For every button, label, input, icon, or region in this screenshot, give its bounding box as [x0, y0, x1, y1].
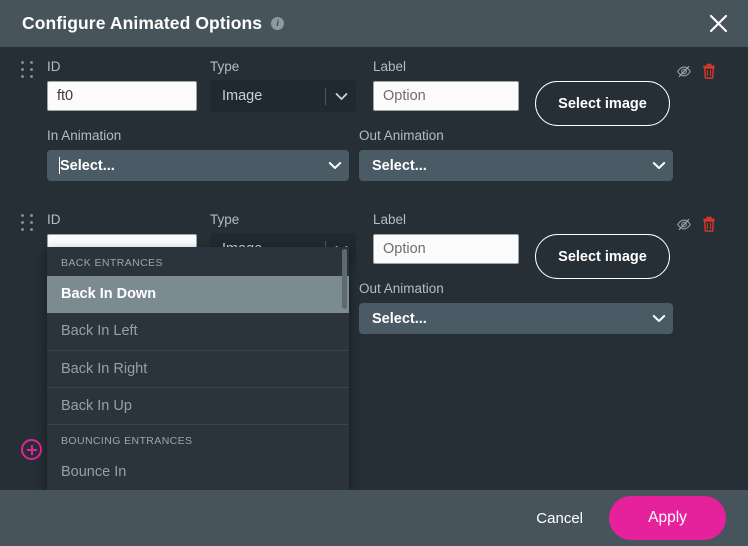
chevron-down-icon: [645, 314, 673, 323]
apply-button[interactable]: Apply: [609, 496, 726, 540]
chevron-down-icon: [645, 161, 673, 170]
dropdown-scrollbar[interactable]: [342, 249, 347, 309]
label-input[interactable]: [373, 234, 519, 264]
eye-off-icon[interactable]: [676, 216, 692, 232]
handle-dot: [30, 228, 33, 231]
handle-dot: [30, 221, 33, 224]
type-label: Type: [210, 212, 240, 227]
dialog-footer: Cancel Apply: [0, 490, 748, 546]
handle-dot: [30, 68, 33, 71]
eye-off-icon[interactable]: [676, 63, 692, 79]
row-actions: [676, 216, 717, 232]
handle-dot: [30, 61, 33, 64]
trash-icon[interactable]: [701, 63, 717, 79]
dropdown-item[interactable]: Back In Right: [47, 350, 349, 387]
dropdown-list: BACK ENTRANCES Back In Down Back In Left…: [47, 247, 349, 490]
out-animation-select[interactable]: Select...: [359, 303, 673, 334]
out-animation-label: Out Animation: [359, 128, 444, 143]
type-select-value: Image: [222, 88, 263, 104]
select-image-button[interactable]: Select image: [535, 81, 670, 126]
dropdown-group-heading: BOUNCING ENTRANCES: [47, 424, 349, 454]
type-label: Type: [210, 59, 240, 74]
dialog-title: Configure Animated Options: [22, 13, 263, 33]
handle-dot: [30, 214, 33, 217]
info-icon[interactable]: i: [271, 17, 285, 30]
id-input[interactable]: [47, 81, 197, 111]
handle-dot: [21, 61, 24, 64]
label-label: Label: [373, 59, 407, 74]
trash-icon[interactable]: [701, 216, 717, 232]
dropdown-item[interactable]: Back In Up: [47, 387, 349, 424]
dropdown-item[interactable]: Bounce In: [47, 454, 349, 490]
in-animation-label: In Animation: [47, 128, 122, 143]
dropdown-group-heading: BACK ENTRANCES: [61, 257, 163, 269]
out-animation-select[interactable]: Select...: [359, 150, 673, 181]
label-input[interactable]: [373, 81, 519, 111]
out-animation-select-value: Select...: [372, 310, 427, 327]
plus-circle-icon: [21, 439, 42, 460]
label-label: Label: [373, 212, 407, 227]
dropdown-item[interactable]: Back In Down: [47, 276, 349, 313]
dialog-header: Configure Animated Options i: [0, 0, 748, 47]
handle-dot: [21, 221, 24, 224]
configure-animated-options-dialog: Configure Animated Options i ID Type: [0, 0, 748, 546]
type-select[interactable]: Image: [210, 80, 356, 112]
out-animation-select-value: Select...: [372, 157, 427, 174]
chevron-down-icon: [326, 92, 356, 101]
handle-dot: [21, 228, 24, 231]
id-label: ID: [47, 212, 61, 227]
handle-dot: [30, 75, 33, 78]
handle-dot: [21, 75, 24, 78]
in-animation-select-value: Select...: [60, 157, 115, 174]
select-image-button[interactable]: Select image: [535, 234, 670, 279]
dialog-body: ID Type Image Label Select image: [0, 47, 748, 490]
drag-handle-icon[interactable]: [21, 61, 35, 78]
in-animation-select[interactable]: Select...: [47, 150, 349, 181]
cancel-button[interactable]: Cancel: [522, 502, 597, 535]
close-icon[interactable]: [703, 8, 734, 39]
handle-dot: [21, 214, 24, 217]
row-actions: [676, 63, 717, 79]
dropdown-item[interactable]: Back In Left: [47, 313, 349, 350]
in-animation-dropdown: BACK ENTRANCES Back In Down Back In Left…: [47, 247, 349, 490]
drag-handle-icon[interactable]: [21, 214, 35, 231]
handle-dot: [21, 68, 24, 71]
id-label: ID: [47, 59, 61, 74]
chevron-down-icon: [321, 161, 349, 170]
text-cursor: [59, 157, 60, 174]
out-animation-label: Out Animation: [359, 281, 444, 296]
